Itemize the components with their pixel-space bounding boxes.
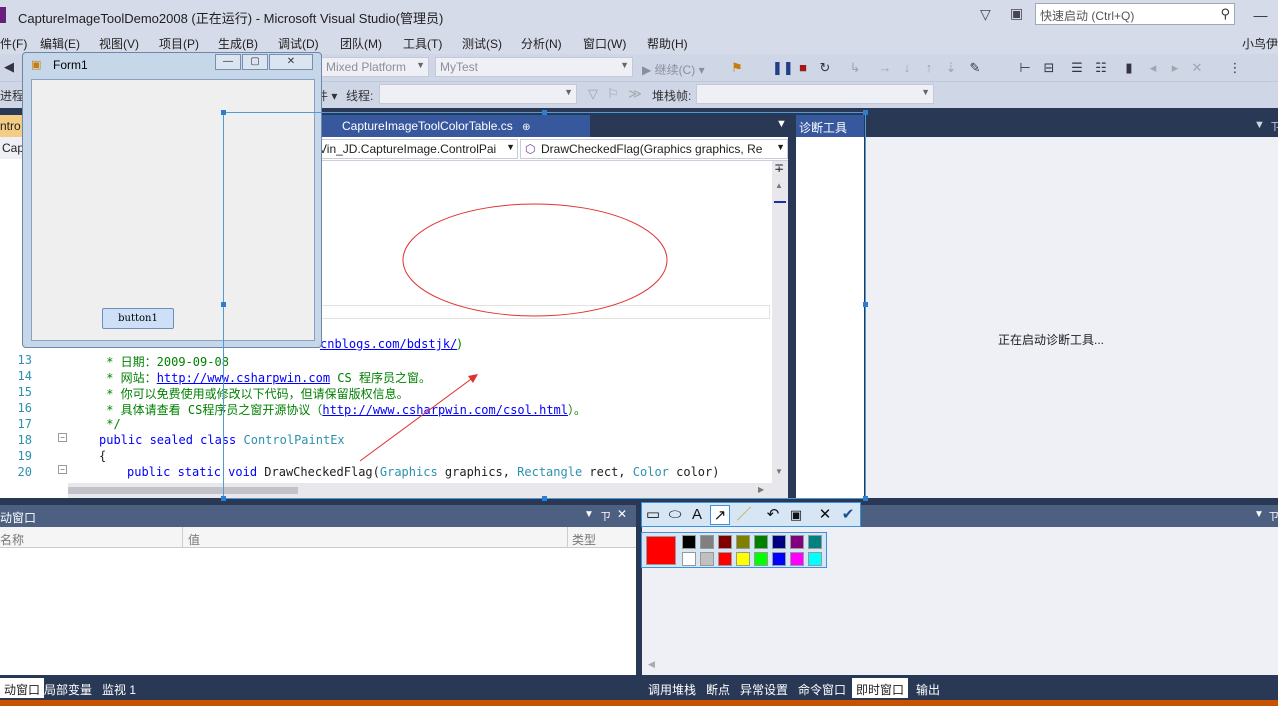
annotation-arrow[interactable]: [359, 376, 475, 462]
color-swatch[interactable]: [700, 552, 714, 566]
color-swatch[interactable]: [808, 552, 822, 566]
color-swatch[interactable]: [772, 552, 786, 566]
color-swatch[interactable]: [754, 535, 768, 549]
brush-icon[interactable]: ／: [734, 505, 754, 525]
annotation-ellipse[interactable]: [402, 203, 668, 317]
resize-handle[interactable]: [221, 302, 226, 307]
confirm-icon[interactable]: ✔: [838, 505, 858, 525]
annotation-arrowhead: [468, 374, 478, 383]
cancel-icon[interactable]: ✕: [815, 505, 835, 525]
current-color-swatch[interactable]: [646, 536, 676, 565]
color-swatch[interactable]: [772, 535, 786, 549]
color-swatch[interactable]: [718, 552, 732, 566]
color-swatch[interactable]: [790, 535, 804, 549]
resize-handle[interactable]: [863, 496, 868, 501]
resize-handle[interactable]: [221, 110, 226, 115]
resize-handle[interactable]: [863, 302, 868, 307]
color-swatch[interactable]: [754, 552, 768, 566]
color-swatch[interactable]: [808, 535, 822, 549]
capture-toolbar: ▭ ⬭ A ↗ ／ ↶ ▣ ✕ ✔: [641, 502, 861, 527]
undo-icon[interactable]: ↶: [763, 505, 783, 525]
color-swatch[interactable]: [718, 535, 732, 549]
ellipse-icon[interactable]: ⬭: [665, 505, 685, 525]
arrow-icon[interactable]: ↗: [710, 505, 730, 525]
rectangle-icon[interactable]: ▭: [643, 505, 663, 525]
color-swatch[interactable]: [790, 552, 804, 566]
color-swatch[interactable]: [736, 535, 750, 549]
resize-handle[interactable]: [863, 110, 868, 115]
resize-handle[interactable]: [542, 110, 547, 115]
save-icon[interactable]: ▣: [786, 505, 806, 525]
color-swatch[interactable]: [736, 552, 750, 566]
color-swatch[interactable]: [700, 535, 714, 549]
color-swatch[interactable]: [682, 535, 696, 549]
color-swatch[interactable]: [682, 552, 696, 566]
text-icon[interactable]: A: [687, 505, 707, 525]
annotation-layer: [359, 203, 668, 462]
color-palette: [641, 532, 827, 568]
resize-handle[interactable]: [542, 496, 547, 501]
resize-handle[interactable]: [221, 496, 226, 501]
